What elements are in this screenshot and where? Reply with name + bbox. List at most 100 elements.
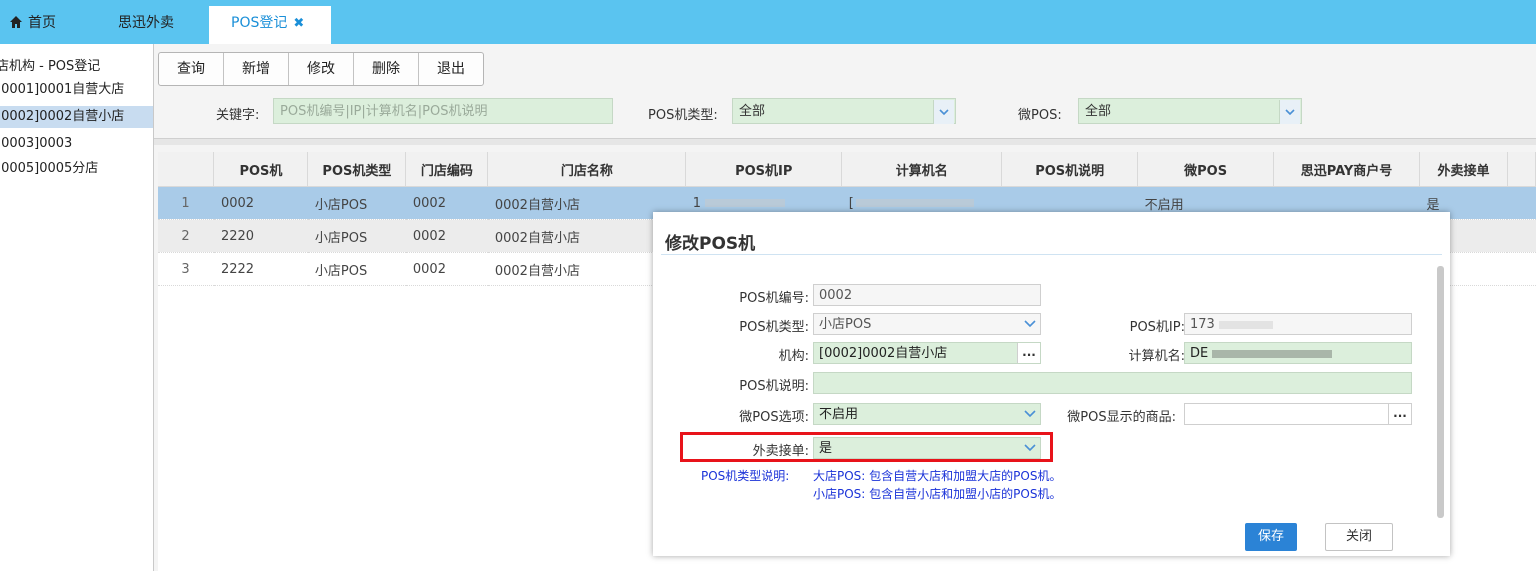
micro-filter-value: 全部 <box>1085 104 1112 119</box>
tab-pos-register[interactable]: POS登记 ✖ <box>209 6 331 44</box>
delete-button[interactable]: 删除 <box>354 53 419 85</box>
col-header[interactable]: POS机类型 <box>307 152 407 187</box>
add-button[interactable]: 新增 <box>224 53 289 85</box>
chevron-down-icon <box>1024 320 1036 328</box>
type-note-line1: 大店POS: 包含自营大店和加盟大店的POS机。 <box>813 469 1062 483</box>
micro-filter-label: 微POS: <box>1018 108 1062 123</box>
tree-item-0003[interactable]: [0003]0003 <box>0 133 72 155</box>
micro-label: 微POS选项: <box>739 410 809 425</box>
tree-item-0002[interactable]: [0002]0002自营小店 <box>0 106 153 128</box>
type-note-line2: 小店POS: 包含自营小店和加盟小店的POS机。 <box>813 487 1062 501</box>
redacted-blur <box>855 199 974 207</box>
micro-goods-field[interactable]: ... <box>1184 403 1412 425</box>
pos-type-select[interactable]: 小店POS <box>813 313 1041 335</box>
pos-no-field[interactable]: 0002 <box>813 284 1041 306</box>
row-number: 3 <box>158 252 214 286</box>
org-value: [0002]0002自营小店 <box>819 346 948 361</box>
type-filter-label: POS机类型: <box>648 108 718 123</box>
col-header[interactable]: POS机IP <box>685 152 843 187</box>
col-header[interactable]: 外卖接单 <box>1419 152 1508 187</box>
edit-pos-dialog: 修改POS机 POS机编号: 0002 POS机类型: 小店POS POS机IP… <box>653 212 1450 556</box>
cell-code: 0002 <box>405 186 488 220</box>
col-header[interactable]: 门店名称 <box>487 152 687 187</box>
desc-field[interactable] <box>813 372 1412 394</box>
tab-bar: 首页 思迅外卖 POS登记 ✖ <box>0 0 1536 44</box>
cell-type: 小店POS <box>307 219 406 253</box>
comp-value: DE <box>1190 346 1209 361</box>
tab-home[interactable]: 首页 <box>10 6 56 38</box>
keyword-input[interactable]: POS机编号|IP|计算机名|POS机说明 <box>273 98 613 124</box>
splitter[interactable] <box>154 138 1536 145</box>
tree-item-0002-label: [0002]0002自营小店 <box>0 109 125 124</box>
redacted-blur <box>1212 349 1333 358</box>
type-filter-value: 全部 <box>739 104 766 119</box>
cell-code: 0002 <box>405 252 488 286</box>
type-filter-select[interactable]: 全部 <box>732 98 956 124</box>
query-button[interactable]: 查询 <box>159 53 224 85</box>
edit-button[interactable]: 修改 <box>289 53 354 85</box>
org-label: 机构: <box>778 349 809 364</box>
close-button[interactable]: 关闭 <box>1325 523 1393 551</box>
close-tab-icon[interactable]: ✖ <box>293 16 304 31</box>
tree-item-0001[interactable]: [0001]0001自营大店 <box>0 79 124 101</box>
type-note-label: POS机类型说明: <box>701 469 790 483</box>
cell-pos: 0002 <box>213 186 308 220</box>
pos-ip-value: 173 <box>1190 317 1215 332</box>
org-browse-button[interactable]: ... <box>1017 343 1040 363</box>
redacted-blur <box>1218 320 1273 329</box>
org-field[interactable]: [0002]0002自营小店 ... <box>813 342 1041 364</box>
col-header[interactable]: 微POS <box>1137 152 1275 187</box>
dialog-title: 修改POS机 <box>665 234 756 254</box>
cell-code: 0002 <box>405 219 488 253</box>
col-header[interactable]: 思迅PAY商户号 <box>1273 152 1420 187</box>
toolbar: 查询 新增 修改 删除 退出 <box>158 52 484 86</box>
save-button[interactable]: 保存 <box>1245 523 1297 551</box>
rownum-header <box>158 152 215 187</box>
row-number: 2 <box>158 219 214 253</box>
pos-ip-field[interactable]: 173 <box>1184 313 1412 335</box>
home-icon <box>10 16 22 28</box>
comp-field[interactable]: DE <box>1184 342 1412 364</box>
cell-ip-text: 1 <box>692 195 702 211</box>
exit-button[interactable]: 退出 <box>419 53 483 85</box>
col-header[interactable]: POS机 <box>213 152 309 187</box>
cell-pos: 2222 <box>213 252 308 286</box>
micro-filter-select[interactable]: 全部 <box>1078 98 1302 124</box>
pos-no-value: 0002 <box>819 288 853 303</box>
cell-filler <box>1507 219 1536 253</box>
desc-label: POS机说明: <box>739 379 809 394</box>
cell-type: 小店POS <box>307 252 406 286</box>
micro-value: 不启用 <box>819 407 859 422</box>
tab-waimai[interactable]: 思迅外卖 <box>118 6 174 38</box>
cell-filler <box>1507 252 1536 286</box>
cell-comp-text: [ <box>848 195 854 211</box>
tree-item-0005[interactable]: [0005]0005分店 <box>0 158 98 180</box>
micro-goods-browse-button[interactable]: ... <box>1388 404 1411 424</box>
col-header[interactable]: 门店编码 <box>405 152 489 187</box>
micro-select[interactable]: 不启用 <box>813 403 1041 425</box>
col-header[interactable]: POS机说明 <box>1001 152 1139 187</box>
tab-home-label: 首页 <box>28 15 56 31</box>
chevron-down-icon <box>939 109 949 116</box>
pos-ip-label: POS机IP: <box>1129 320 1185 335</box>
tree-root[interactable]: 店机构 - POS登记 <box>0 56 100 78</box>
cell-pos: 2220 <box>213 219 308 253</box>
dialog-scrollbar[interactable] <box>1437 266 1444 518</box>
comp-label: 计算机名: <box>1128 349 1185 364</box>
type-filter-dropdown[interactable] <box>933 100 954 124</box>
chevron-down-icon <box>1285 109 1295 116</box>
highlight-box <box>680 432 1053 462</box>
micro-filter-dropdown[interactable] <box>1279 100 1300 124</box>
org-tree: 店机构 - POS登记 [0001]0001自营大店 [0002]0002自营小… <box>0 44 154 571</box>
pos-no-label: POS机编号: <box>739 291 809 306</box>
pos-type-value: 小店POS <box>819 317 872 332</box>
tab-pos-label: POS登记 <box>231 15 288 31</box>
chevron-down-icon <box>1024 410 1036 418</box>
keyword-label: 关键字: <box>216 108 260 123</box>
row-number: 1 <box>158 186 214 220</box>
tab-waimai-label: 思迅外卖 <box>118 15 174 31</box>
redacted-blur <box>705 199 786 207</box>
grid-header-row: POS机 POS机类型 门店编码 门店名称 POS机IP 计算机名 POS机说明… <box>158 152 1536 187</box>
cell-type: 小店POS <box>307 186 406 220</box>
col-header[interactable]: 计算机名 <box>841 152 1003 187</box>
